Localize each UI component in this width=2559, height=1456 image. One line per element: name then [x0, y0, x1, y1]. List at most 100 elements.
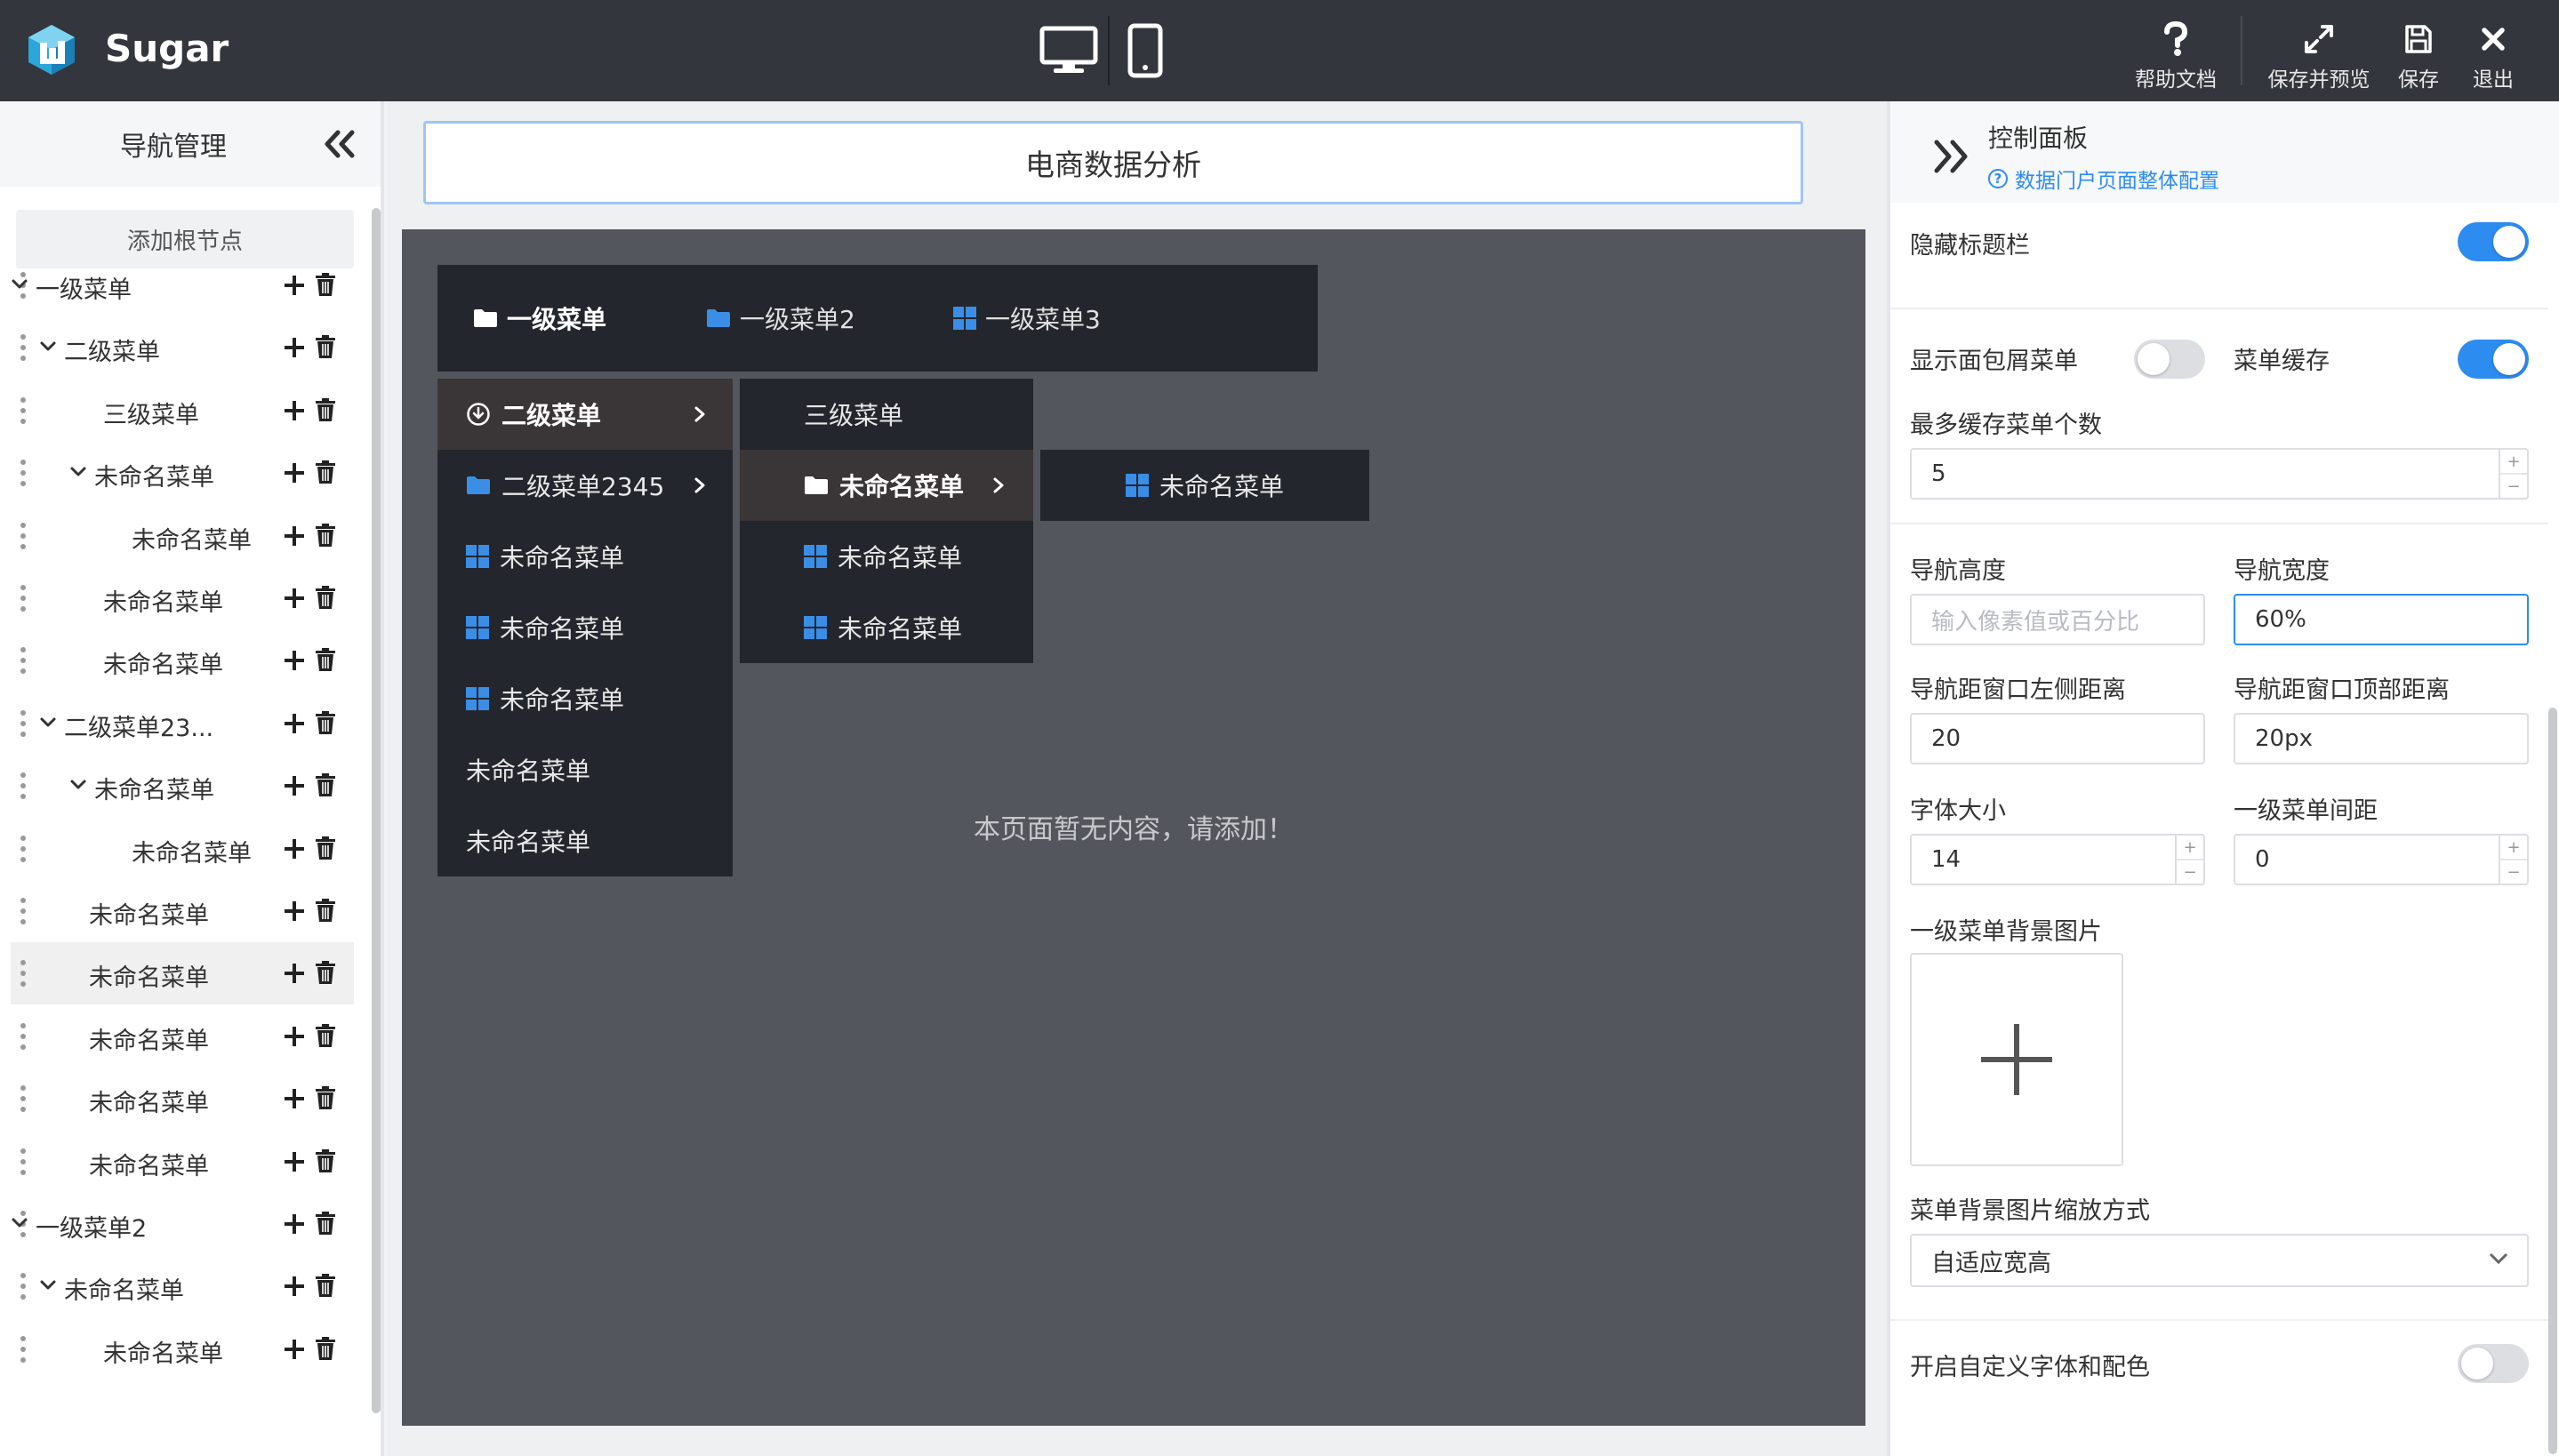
- submenu-item[interactable]: 未命名菜单: [1040, 450, 1369, 521]
- help-docs-button[interactable]: 帮助文档: [2127, 18, 2225, 92]
- exit-button[interactable]: 退出: [2467, 18, 2520, 92]
- tree-node[interactable]: 未命名菜单: [11, 1068, 354, 1130]
- trash-icon[interactable]: [315, 836, 336, 860]
- trash-icon[interactable]: [315, 1148, 336, 1173]
- tree-node[interactable]: 二级菜单23...: [11, 692, 354, 755]
- trash-icon[interactable]: [315, 460, 336, 484]
- chevron-down-icon[interactable]: [39, 714, 57, 732]
- trash-icon[interactable]: [315, 647, 336, 672]
- add-child-icon[interactable]: [283, 1338, 306, 1361]
- drag-handle-icon[interactable]: [20, 772, 27, 800]
- submenu-item[interactable]: 未命名菜单: [740, 592, 1033, 663]
- trash-icon[interactable]: [315, 960, 336, 985]
- add-child-icon[interactable]: [283, 649, 306, 672]
- add-child-icon[interactable]: [283, 1025, 306, 1048]
- add-child-icon[interactable]: [283, 900, 306, 923]
- sidebar-scrollbar[interactable]: [372, 208, 381, 1413]
- tree-node[interactable]: 三级菜单: [11, 380, 354, 442]
- add-child-icon[interactable]: [283, 774, 306, 797]
- tree-node[interactable]: 未命名菜单: [11, 1255, 354, 1317]
- drag-handle-icon[interactable]: [20, 898, 27, 924]
- add-child-icon[interactable]: [283, 399, 306, 422]
- bg-fit-select[interactable]: 自适应宽高: [1910, 1234, 2529, 1287]
- drag-handle-icon[interactable]: [20, 522, 27, 549]
- show-breadcrumb-toggle[interactable]: [2134, 340, 2205, 379]
- tree-node[interactable]: 未命名菜单: [11, 567, 354, 629]
- drag-handle-icon[interactable]: [20, 709, 27, 737]
- drag-handle-icon[interactable]: [20, 334, 27, 362]
- trash-icon[interactable]: [315, 1273, 336, 1298]
- bg-image-upload[interactable]: [1910, 953, 2123, 1166]
- chevron-down-icon[interactable]: [11, 276, 28, 293]
- chevron-down-icon[interactable]: [39, 1276, 57, 1294]
- page-config-link[interactable]: ? 数据门户页面整体配置: [1988, 164, 2219, 194]
- drag-handle-icon[interactable]: [20, 1148, 27, 1175]
- panel-scrollbar[interactable]: [2548, 708, 2557, 1454]
- menu-cache-toggle[interactable]: [2458, 340, 2529, 379]
- font-size-input[interactable]: 14 + −: [1910, 834, 2205, 885]
- nav-left-input[interactable]: 20: [1910, 713, 2205, 764]
- add-child-icon[interactable]: [283, 1150, 306, 1173]
- submenu-item[interactable]: 未命名菜单: [437, 592, 733, 663]
- add-child-icon[interactable]: [283, 712, 306, 735]
- trash-icon[interactable]: [315, 898, 336, 923]
- submenu-item[interactable]: 未命名菜单: [437, 663, 733, 734]
- drag-handle-icon[interactable]: [20, 1273, 27, 1300]
- trash-icon[interactable]: [315, 1023, 336, 1048]
- chevron-down-icon[interactable]: [69, 463, 87, 481]
- add-child-icon[interactable]: [283, 336, 306, 359]
- tree-node[interactable]: 未命名菜单: [11, 942, 354, 1005]
- tree-node[interactable]: 未命名菜单: [11, 1318, 354, 1380]
- tree-node[interactable]: 未命名菜单: [11, 1005, 354, 1068]
- trash-icon[interactable]: [315, 272, 336, 297]
- trash-icon[interactable]: [315, 1336, 336, 1361]
- drag-handle-icon[interactable]: [20, 1085, 27, 1113]
- submenu-item[interactable]: 三级菜单: [740, 379, 1033, 450]
- save-preview-button[interactable]: 保存并预览: [2262, 18, 2376, 92]
- trash-icon[interactable]: [315, 397, 336, 422]
- trash-icon[interactable]: [315, 772, 336, 797]
- add-child-icon[interactable]: [283, 1275, 306, 1298]
- double-chevron-right-icon[interactable]: [1929, 137, 1972, 176]
- nav-width-input[interactable]: 60%: [2234, 594, 2529, 645]
- add-child-icon[interactable]: [283, 837, 306, 860]
- submenu-item[interactable]: 未命名菜单: [740, 521, 1033, 592]
- menu-bar-item-2[interactable]: 一级菜单2: [706, 300, 855, 336]
- drag-handle-icon[interactable]: [20, 647, 27, 675]
- drag-handle-icon[interactable]: [20, 1335, 27, 1363]
- tree-node[interactable]: 一级菜单2: [11, 1193, 354, 1255]
- trash-icon[interactable]: [315, 1085, 336, 1110]
- trash-icon[interactable]: [315, 334, 336, 359]
- trash-icon[interactable]: [315, 523, 336, 548]
- menu-gap-stepper[interactable]: + −: [2499, 836, 2527, 884]
- tree-node[interactable]: 二级菜单: [11, 316, 354, 379]
- add-child-icon[interactable]: [283, 1087, 306, 1110]
- collapse-sidebar-button[interactable]: [320, 126, 359, 162]
- tree-node[interactable]: 未命名菜单: [11, 629, 354, 692]
- submenu-item[interactable]: 二级菜单: [437, 379, 733, 450]
- tree-node[interactable]: 未命名菜单: [11, 880, 354, 942]
- add-child-icon[interactable]: [283, 524, 306, 548]
- custom-font-toggle[interactable]: [2458, 1344, 2529, 1383]
- nav-height-input[interactable]: 输入像素值或百分比: [1910, 594, 2205, 645]
- add-child-icon[interactable]: [283, 461, 306, 484]
- hide-title-bar-toggle[interactable]: [2458, 222, 2529, 261]
- drag-handle-icon[interactable]: [20, 460, 27, 487]
- submenu-item[interactable]: 二级菜单2345: [437, 450, 733, 521]
- font-size-stepper[interactable]: + −: [2175, 836, 2203, 884]
- tree-node[interactable]: 未命名菜单: [11, 1131, 354, 1193]
- trash-icon[interactable]: [315, 1211, 336, 1236]
- drag-handle-icon[interactable]: [20, 585, 27, 612]
- add-child-icon[interactable]: [283, 587, 306, 610]
- max-cache-input[interactable]: 5 + −: [1910, 448, 2529, 500]
- add-child-icon[interactable]: [283, 274, 306, 297]
- tree-node[interactable]: 未命名菜单: [11, 505, 354, 567]
- chevron-down-icon[interactable]: [11, 1214, 28, 1232]
- trash-icon[interactable]: [315, 585, 336, 610]
- drag-handle-icon[interactable]: [20, 1022, 27, 1050]
- chevron-down-icon[interactable]: [39, 338, 57, 356]
- submenu-item[interactable]: 未命名菜单: [437, 734, 733, 805]
- submenu-item[interactable]: 未命名菜单: [437, 521, 733, 592]
- tree-node[interactable]: 一级菜单: [11, 254, 354, 316]
- menu-bar-item-1[interactable]: 一级菜单: [473, 300, 606, 336]
